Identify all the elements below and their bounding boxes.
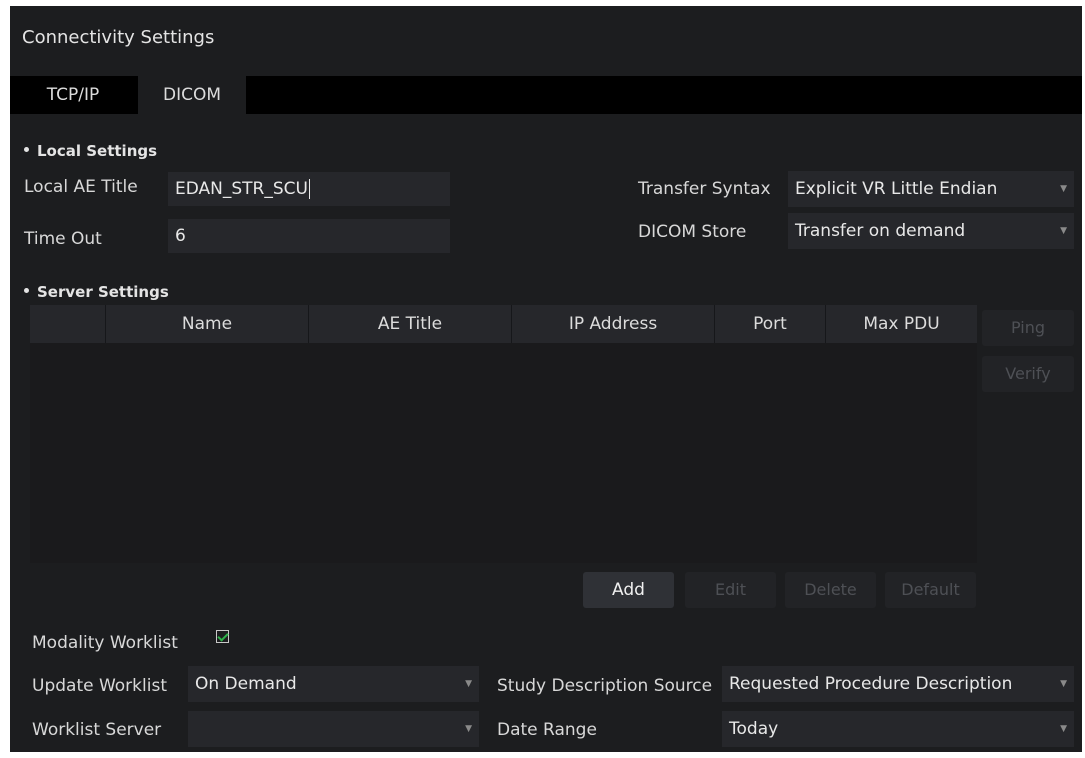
date-range-select[interactable]: Today ▼ (722, 711, 1074, 747)
bullet-icon (24, 147, 29, 152)
column-header-ae-title[interactable]: AE Title (309, 305, 512, 343)
chevron-down-icon: ▼ (1060, 679, 1067, 689)
update-worklist-label: Update Worklist (32, 676, 167, 696)
default-button[interactable]: Default (885, 572, 976, 608)
ping-button[interactable]: Ping (982, 310, 1074, 346)
chevron-down-icon: ▼ (465, 724, 472, 734)
connectivity-settings-dialog: Connectivity Settings TCP/IP DICOM Local… (10, 6, 1082, 752)
edit-button[interactable]: Edit (685, 572, 776, 608)
column-header-port[interactable]: Port (715, 305, 826, 343)
server-table-header: Name AE Title IP Address Port Max PDU (30, 305, 977, 343)
bullet-icon (24, 288, 29, 293)
dicom-store-label: DICOM Store (638, 222, 747, 242)
study-description-source-label: Study Description Source (497, 676, 713, 696)
local-ae-title-label: Local AE Title (24, 177, 138, 197)
tab-tcpip[interactable]: TCP/IP (20, 76, 126, 114)
local-settings-heading: Local Settings (24, 142, 157, 160)
chevron-down-icon: ▼ (465, 679, 472, 689)
study-description-source-select[interactable]: Requested Procedure Description ▼ (722, 666, 1074, 702)
server-settings-heading: Server Settings (24, 283, 169, 301)
delete-button[interactable]: Delete (785, 572, 876, 608)
server-table[interactable]: Name AE Title IP Address Port Max PDU (30, 305, 977, 563)
timeout-input[interactable]: 6 (168, 219, 450, 253)
chevron-down-icon: ▼ (1060, 226, 1067, 236)
verify-button[interactable]: Verify (982, 356, 1074, 392)
timeout-label: Time Out (24, 229, 102, 249)
local-ae-title-input[interactable]: EDAN_STR_SCU (168, 172, 450, 206)
update-worklist-select[interactable]: On Demand ▼ (188, 666, 479, 702)
column-header-select[interactable] (30, 305, 106, 343)
transfer-syntax-select[interactable]: Explicit VR Little Endian ▼ (788, 171, 1074, 207)
chevron-down-icon: ▼ (1060, 184, 1067, 194)
window-title: Connectivity Settings (22, 27, 215, 48)
modality-worklist-checkbox[interactable] (216, 630, 229, 643)
dicom-store-select[interactable]: Transfer on demand ▼ (788, 213, 1074, 249)
add-button[interactable]: Add (583, 572, 674, 608)
chevron-down-icon: ▼ (1060, 724, 1067, 734)
worklist-server-label: Worklist Server (32, 720, 162, 740)
column-header-max-pdu[interactable]: Max PDU (826, 305, 977, 343)
column-header-ip-address[interactable]: IP Address (512, 305, 715, 343)
date-range-label: Date Range (497, 720, 597, 740)
modality-worklist-label: Modality Worklist (32, 633, 178, 653)
checkmark-icon (217, 630, 229, 642)
tab-dicom[interactable]: DICOM (138, 76, 246, 114)
text-caret (308, 179, 310, 199)
transfer-syntax-label: Transfer Syntax (638, 179, 771, 199)
worklist-server-select[interactable]: ▼ (188, 711, 479, 747)
column-header-name[interactable]: Name (106, 305, 309, 343)
